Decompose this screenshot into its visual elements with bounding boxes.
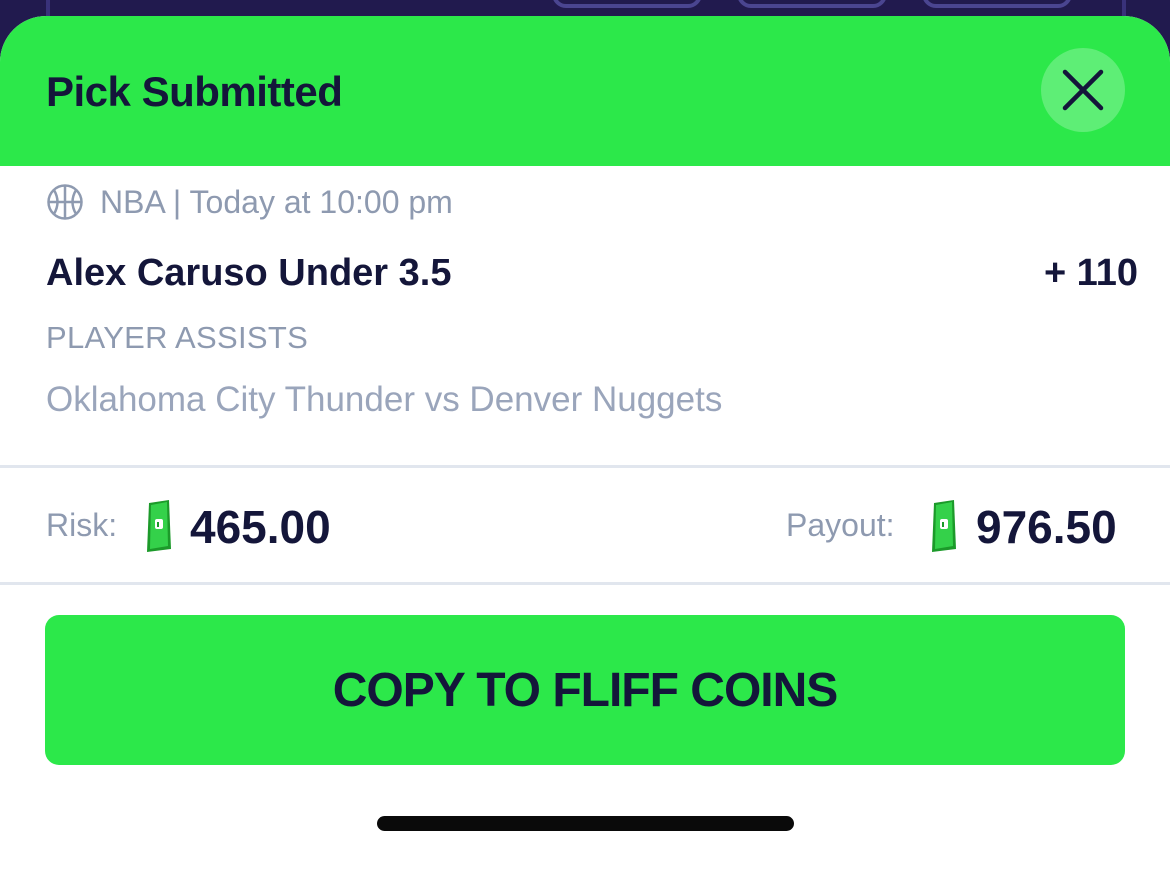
- payout-label: Payout:: [786, 507, 895, 543]
- divider: [0, 465, 1170, 468]
- basketball-icon: [47, 184, 83, 220]
- sheet-header: Pick Submitted: [0, 16, 1170, 166]
- background-pill: [737, 0, 887, 8]
- event-meta: NBA | Today at 10:00 pm: [46, 182, 453, 222]
- market-type: PLAYER ASSISTS: [46, 320, 309, 355]
- payout-amount: 976.50: [976, 501, 1117, 553]
- event-meta-text: NBA | Today at 10:00 pm: [100, 183, 453, 220]
- risk-label: Risk:: [46, 507, 118, 543]
- pick-title: Alex Caruso Under 3.5: [46, 252, 452, 294]
- home-indicator[interactable]: [377, 816, 794, 831]
- risk-amount: 465.00: [190, 501, 331, 553]
- divider: [0, 582, 1170, 585]
- sheet-title: Pick Submitted: [46, 68, 343, 115]
- matchup: Oklahoma City Thunder vs Denver Nuggets: [46, 380, 723, 419]
- cash-coin-icon: [932, 500, 956, 552]
- background-pill: [552, 0, 702, 8]
- cash-coin-icon: [147, 500, 171, 552]
- pick-odds: + 110: [1043, 252, 1138, 294]
- close-button[interactable]: [1041, 48, 1125, 132]
- close-icon: [1062, 69, 1104, 111]
- background-pill: [922, 0, 1072, 8]
- copy-to-fliff-coins-button[interactable]: COPY TO FLIFF COINS: [45, 615, 1125, 765]
